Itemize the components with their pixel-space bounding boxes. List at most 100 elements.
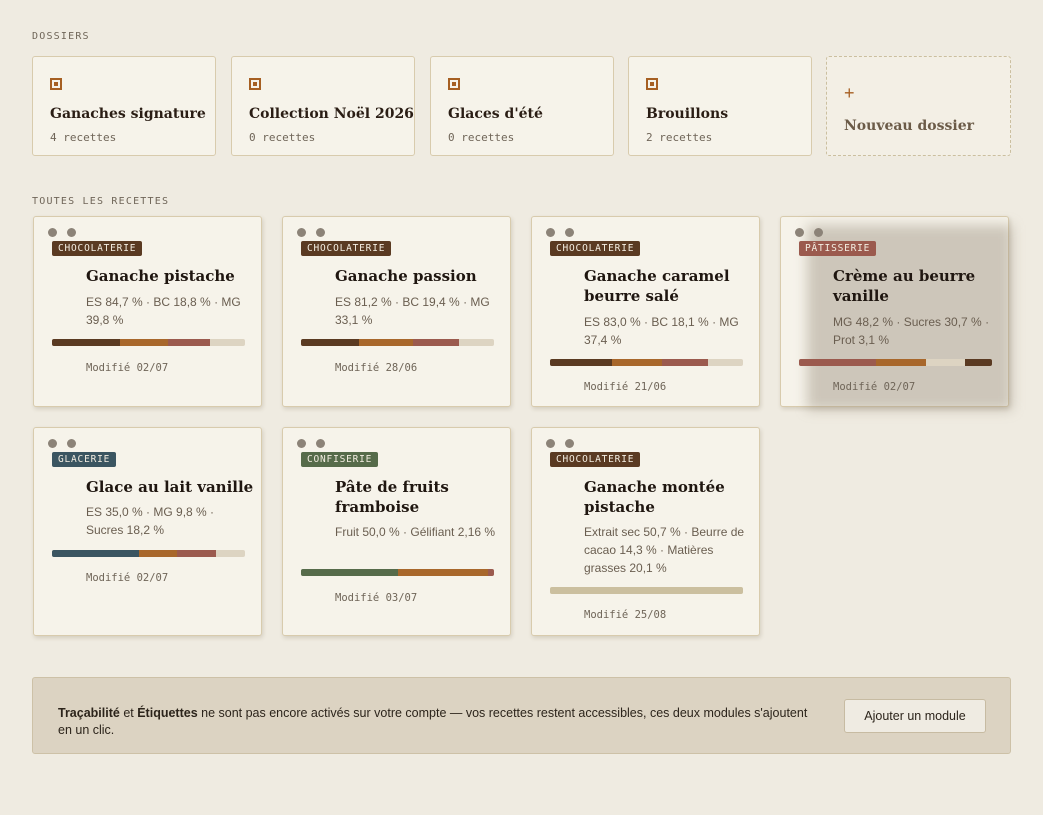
composition-bar (52, 339, 245, 346)
bar-segment (301, 339, 359, 346)
folder-card-glaces-ete[interactable]: Glaces d'été 0 recettes (430, 56, 614, 156)
folder-icon (249, 78, 261, 90)
folder-name: Glaces d'été (448, 106, 543, 122)
window-dot-icon (565, 439, 574, 448)
recipe-card[interactable]: GLACERIE Glace au lait vanille ES 35,0 %… (33, 427, 262, 636)
recipes-section-label: TOUTES LES RECETTES (32, 196, 170, 207)
recipe-specs: ES 84,7 % · BC 18,8 % · MG 39,8 % (86, 295, 241, 327)
recipe-specs: ES 35,0 % · MG 9,8 % · Sucres 18,2 % (86, 505, 215, 537)
category-badge: CHOCOLATERIE (52, 241, 143, 256)
add-module-button[interactable]: Ajouter un module (844, 699, 986, 733)
folder-count: 0 recettes (448, 131, 515, 144)
banner-text-join: et (119, 706, 138, 720)
window-dot-icon (316, 439, 325, 448)
folder-count: 0 recettes (249, 131, 316, 144)
composition-bar (301, 569, 494, 576)
folder-card-collection-noel[interactable]: Collection Noël 2026 0 recettes (231, 56, 415, 156)
banner-module-tracabilite: Traçabilité (58, 706, 120, 720)
bar-segment (964, 359, 992, 366)
bar-segment (358, 339, 413, 346)
modules-banner: Traçabilité et Étiquettes ne sont pas en… (32, 677, 1011, 754)
recipe-specs: Extrait sec 50,7 % · Beurre de cacao 14,… (584, 525, 745, 575)
bar-segment (412, 339, 460, 346)
recipe-card[interactable]: CHOCOLATERIE Ganache montée pistache Ext… (531, 427, 760, 636)
category-badge: CHOCOLATERIE (550, 241, 641, 256)
modified-date: Modifié 03/07 (335, 592, 418, 604)
folder-count: 2 recettes (646, 131, 713, 144)
recipe-title: Ganache montée pistache (584, 478, 725, 516)
bar-segment (138, 550, 178, 557)
recipe-title: Glace au lait vanille (86, 478, 254, 496)
bar-segment (52, 339, 120, 346)
bar-segment (611, 359, 662, 366)
recipe-specs: ES 83,0 % · BC 18,1 % · MG 37,4 % (584, 315, 739, 347)
folder-name: Brouillons (646, 106, 729, 122)
bar-segment (397, 569, 489, 576)
window-dot-icon (546, 228, 555, 237)
bar-segment (799, 359, 877, 366)
banner-message: Traçabilité et Étiquettes ne sont pas en… (58, 705, 818, 739)
recipe-specs: ES 81,2 % · BC 19,4 % · MG 33,1 % (335, 295, 490, 327)
folder-card-ganaches-signature[interactable]: Ganaches signature 4 recettes (32, 56, 216, 156)
folder-card-brouillons[interactable]: Brouillons 2 recettes (628, 56, 812, 156)
modified-date: Modifié 21/06 (584, 381, 667, 393)
bar-segment (488, 569, 494, 576)
folders-section-label: DOSSIERS (32, 31, 90, 42)
plus-icon: + (844, 83, 855, 103)
window-dot-icon (546, 439, 555, 448)
recipe-title: Ganache passion (335, 267, 477, 285)
bar-segment (52, 550, 139, 557)
category-badge: PÂTISSERIE (799, 241, 877, 256)
recipe-specs: MG 48,2 % · Sucres 30,7 % · Prot 3,1 % (833, 315, 990, 347)
recipe-card[interactable]: CHOCOLATERIE Ganache caramel beurre salé… (531, 216, 760, 407)
modified-date: Modifié 25/08 (584, 609, 667, 621)
composition-bar (52, 550, 245, 557)
window-dot-icon (316, 228, 325, 237)
bar-segment (119, 339, 168, 346)
composition-bar (550, 587, 743, 594)
recipe-card[interactable]: CHOCOLATERIE Ganache pistache ES 84,7 % … (33, 216, 262, 407)
bar-segment (661, 359, 709, 366)
folder-name: Ganaches signature (50, 106, 206, 122)
folder-icon (448, 78, 460, 90)
modified-date: Modifié 02/07 (833, 381, 916, 393)
window-dot-icon (565, 228, 574, 237)
new-folder-button[interactable]: + Nouveau dossier (826, 56, 1011, 156)
folder-icon (646, 78, 658, 90)
recipe-title: Ganache pistache (86, 267, 235, 285)
recipe-card-hovered[interactable]: PÂTISSERIE Crème au beurre vanille MG 48… (780, 216, 1012, 410)
window-dot-icon (67, 439, 76, 448)
composition-bar (550, 359, 743, 366)
bar-segment (550, 359, 612, 366)
bar-segment (550, 587, 743, 594)
modified-date: Modifié 02/07 (86, 572, 169, 584)
bar-segment (177, 550, 217, 557)
category-badge: CHOCOLATERIE (301, 241, 392, 256)
recipe-title: Ganache caramel beurre salé (584, 267, 730, 305)
window-dot-icon (297, 228, 306, 237)
composition-bar (301, 339, 494, 346)
bar-segment (876, 359, 927, 366)
window-dot-icon (48, 439, 57, 448)
composition-bar (799, 359, 992, 366)
category-badge: CONFISERIE (301, 452, 379, 467)
recipe-specs: Fruit 50,0 % · Gélifiant 2,16 % (335, 525, 496, 539)
banner-module-etiquettes: Étiquettes (137, 706, 198, 720)
window-dot-icon (48, 228, 57, 237)
recipe-title: Crème au beurre vanille (833, 267, 976, 305)
modified-date: Modifié 28/06 (335, 362, 418, 374)
window-dot-icon (795, 228, 804, 237)
recipe-title: Pâte de fruits framboise (335, 478, 449, 516)
bar-segment (301, 569, 398, 576)
recipe-card[interactable]: CONFISERIE Pâte de fruits framboise Frui… (282, 427, 511, 636)
category-badge: GLACERIE (52, 452, 117, 467)
modified-date: Modifié 02/07 (86, 362, 169, 374)
bar-segment (926, 359, 965, 366)
category-badge: CHOCOLATERIE (550, 452, 641, 467)
recipe-card[interactable]: CHOCOLATERIE Ganache passion ES 81,2 % ·… (282, 216, 511, 407)
folder-count: 4 recettes (50, 131, 117, 144)
folder-icon (50, 78, 62, 90)
bar-segment (167, 339, 211, 346)
window-dot-icon (67, 228, 76, 237)
window-dot-icon (297, 439, 306, 448)
